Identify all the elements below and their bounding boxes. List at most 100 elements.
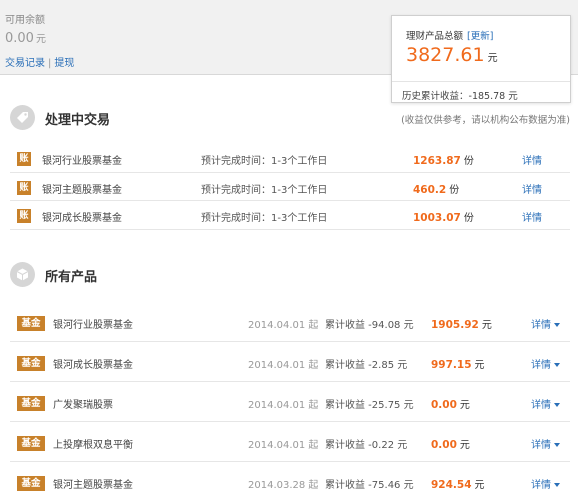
summary-title-text: 理财产品总额 [406,31,464,42]
holding-unit: 元 [481,320,492,331]
caret-down-icon [554,403,560,407]
refresh-link[interactable]: [更新] [467,31,493,42]
fund-name: 广发聚瑞股票 [53,400,113,411]
share-amount-value: 1003.07 [413,212,461,225]
summary-amount-value: 3827.61 [406,44,485,66]
holding-amount: 924.54 元 [431,476,485,491]
completion-time: 预计完成时间：1-3个工作日 [201,213,328,225]
trade-record-link[interactable]: 交易记录 [5,58,45,69]
share-unit: 份 [463,156,474,167]
share-unit: 份 [449,184,460,196]
start-date: 2014.04.01 起 [248,320,319,331]
account-badge: 账 [17,152,31,166]
start-date: 2014.04.01 起 [248,440,319,451]
start-date: 2014.04.01 起 [248,360,319,371]
processing-list: 账 银河行业股票基金 预计完成时间：1-3个工作日 1263.87 份 详情 账 … [10,144,570,231]
detail-link[interactable]: 详情 [522,209,542,224]
caret-down-icon [554,363,560,367]
withdraw-link[interactable]: 提现 [54,58,74,69]
caret-down-icon [554,483,560,487]
holding-amount-value: 997.15 [431,359,472,371]
holding-amount: 0.00 元 [431,396,470,411]
history-label: 历史累计收益： [402,91,469,102]
product-row: 基金 广发聚瑞股票 2014.04.01 起 累计收益 -25.75 元 0.0… [10,382,570,422]
link-separator: | [48,58,52,69]
product-row: 基金 银河主题股票基金 2014.03.28 起 累计收益 -75.46 元 9… [10,462,570,500]
detail-dropdown[interactable]: 详情 [531,476,560,491]
holding-amount-value: 1905.92 [431,319,479,331]
holding-amount-value: 0.00 [431,439,457,451]
tag-icon [10,105,35,130]
caret-down-icon [554,323,560,327]
detail-label: 详情 [531,320,551,331]
account-badge: 账 [17,180,31,195]
holding-unit: 元 [459,440,470,451]
fund-name: 银河行业股票基金 [42,156,122,167]
processing-note: (收益仅供参考，请以机构公布数据为准) [401,115,570,126]
detail-label: 详情 [531,440,551,451]
caret-down-icon [554,443,560,447]
share-amount-value: 1263.87 [413,155,461,167]
fund-name: 银河成长股票基金 [42,213,122,225]
cumulative-profit: 累计收益 -2.85 元 [325,360,408,371]
products-title: 所有产品 [45,270,98,285]
summary-amount: 3827.61 元 [406,44,498,66]
box-icon [10,262,35,287]
balance-label: 可用余额 [5,15,45,26]
account-badge: 账 [17,209,31,224]
history-profit: 历史累计收益：-185.78 元 [392,81,570,102]
start-date: 2014.04.01 起 [248,400,319,411]
cumulative-profit: 累计收益 -0.22 元 [325,440,408,451]
products-header: 所有产品 [10,260,570,290]
share-amount: 460.2 份 [413,181,459,196]
summary-amount-unit: 元 [487,53,498,64]
detail-dropdown[interactable]: 详情 [531,316,560,331]
fund-badge: 基金 [17,356,45,371]
share-amount: 1003.07 份 [413,209,474,224]
balance-value: 0.00 元 [5,30,46,46]
detail-dropdown[interactable]: 详情 [531,436,560,451]
holding-unit: 元 [474,480,485,491]
products-list: 基金 银河行业股票基金 2014.04.01 起 累计收益 -94.08 元 1… [10,302,570,500]
fund-name: 银河行业股票基金 [53,320,133,331]
fund-badge: 基金 [17,436,45,451]
product-row: 基金 银河行业股票基金 2014.04.01 起 累计收益 -94.08 元 1… [10,302,570,342]
fund-badge: 基金 [17,316,45,331]
processing-title: 处理中交易 [45,113,111,128]
detail-label: 详情 [531,360,551,371]
processing-row: 账 银河主题股票基金 预计完成时间：1-3个工作日 460.2 份 详情 [10,173,570,202]
summary-card: 理财产品总额 [更新] 3827.61 元 历史累计收益：-185.78 元 [391,15,571,103]
fund-badge: 基金 [17,396,45,411]
detail-dropdown[interactable]: 详情 [531,396,560,411]
detail-label: 详情 [531,400,551,411]
detail-label: 详情 [531,480,551,491]
holding-amount: 1905.92 元 [431,316,492,331]
share-amount-value: 460.2 [413,183,447,196]
holding-amount-value: 924.54 [431,479,472,491]
holding-amount: 997.15 元 [431,356,485,371]
summary-title: 理财产品总额 [更新] [406,28,493,42]
processing-row: 账 银河行业股票基金 预计完成时间：1-3个工作日 1263.87 份 详情 [10,144,570,173]
fund-name: 银河成长股票基金 [53,360,133,371]
account-links: 交易记录 | 提现 [5,54,74,69]
balance-amount: 0.00 [5,31,34,46]
share-amount: 1263.87 份 [413,152,474,167]
cumulative-profit: 累计收益 -75.46 元 [325,480,414,491]
processing-row: 账 银河成长股票基金 预计完成时间：1-3个工作日 1003.07 份 详情 [10,201,570,231]
cumulative-profit: 累计收益 -25.75 元 [325,400,414,411]
cumulative-profit: 累计收益 -94.08 元 [325,320,414,331]
fund-name: 上投摩根双息平衡 [53,440,133,451]
fund-name: 银河主题股票基金 [53,480,133,491]
share-unit: 份 [463,213,474,225]
holding-amount-value: 0.00 [431,399,457,411]
product-row: 基金 银河成长股票基金 2014.04.01 起 累计收益 -2.85 元 99… [10,342,570,382]
detail-link[interactable]: 详情 [522,152,542,167]
holding-unit: 元 [459,400,470,411]
history-value: -185.78 元 [468,91,518,102]
detail-link[interactable]: 详情 [522,181,542,196]
completion-time: 预计完成时间：1-3个工作日 [201,156,328,167]
product-row: 基金 上投摩根双息平衡 2014.04.01 起 累计收益 -0.22 元 0.… [10,422,570,462]
balance-unit: 元 [35,34,46,45]
fund-badge: 基金 [17,476,45,491]
detail-dropdown[interactable]: 详情 [531,356,560,371]
